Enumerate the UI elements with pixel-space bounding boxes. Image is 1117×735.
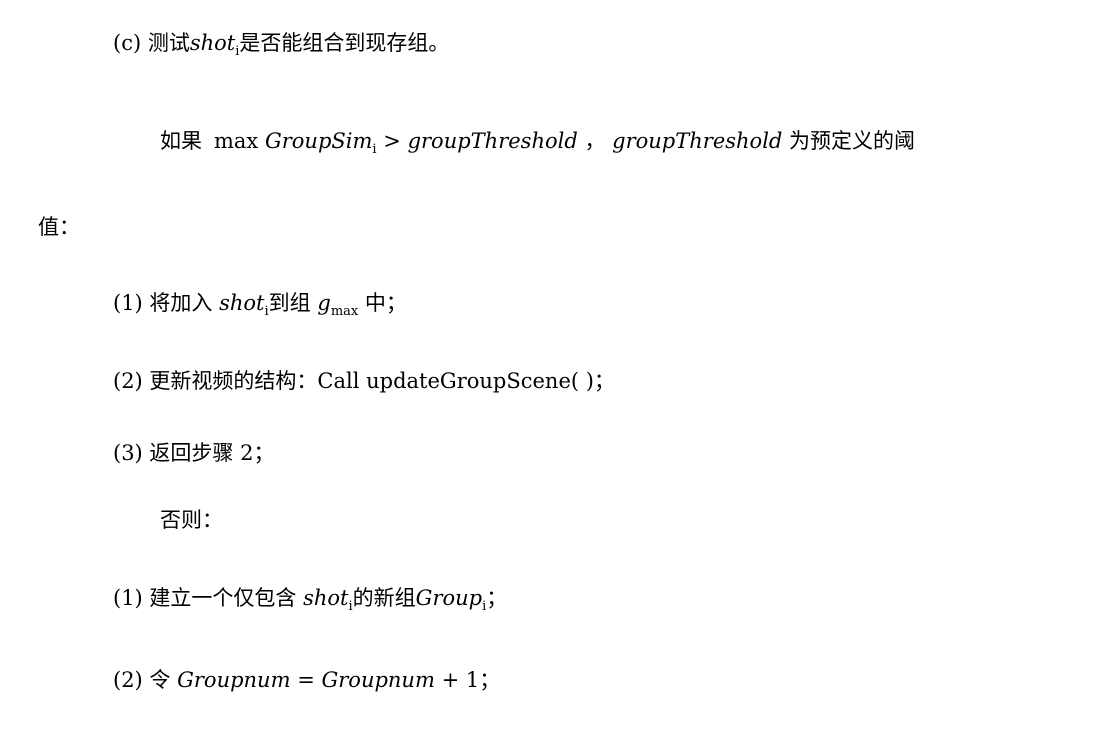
step-c-suffix: 是否能组合到现存组。 [239, 31, 450, 55]
var-groupsim: GroupSim [264, 129, 373, 153]
condition-cont-text: 值： [38, 215, 80, 239]
else-text: 否则： [160, 508, 223, 532]
else-step-1: (1) 建立一个仅包含 shoti的新组Groupi； [113, 583, 507, 622]
else-1-suffix: ； [486, 586, 508, 610]
else-1-mid: 的新组 [352, 586, 416, 610]
else-step-2: (2) 令 Groupnum = Groupnum + 1； [113, 665, 500, 695]
greater-than: > [383, 129, 401, 153]
comma: ， [584, 129, 606, 153]
step-c-prefix: (c) 测试 [113, 31, 190, 55]
condition-prefix: 如果 [160, 129, 202, 153]
equals-sign: = [297, 668, 315, 692]
var-group: Group [415, 586, 483, 610]
document-page: (c) 测试shoti是否能组合到现存组。 如果 max GroupSimi > … [0, 0, 1117, 735]
then-1-suffix: 中； [364, 291, 407, 315]
plus-one: + 1 [441, 668, 480, 692]
step-c-line: (c) 测试shoti是否能组合到现存组。 [113, 28, 449, 67]
var-groupnum: Groupnum [177, 668, 291, 692]
max-operator: max [214, 129, 259, 153]
else-heading: 否则： [160, 505, 223, 535]
subscript-i: i [372, 142, 377, 157]
else-2-prefix: (2) 令 [113, 668, 171, 692]
then-3-text: (3) 返回步骤 2； [113, 441, 275, 465]
var-shot: shot [219, 291, 265, 315]
else-2-suffix: ； [479, 668, 501, 692]
var-shot: shot [189, 31, 236, 55]
var-group-threshold-2: groupThreshold [612, 129, 783, 153]
var-shot: shot [303, 586, 349, 610]
then-step-3: (3) 返回步骤 2； [113, 438, 274, 468]
then-1-mid: 到组 [268, 291, 311, 315]
then-step-1: (1) 将加入 shoti到组 gmax 中； [113, 288, 407, 327]
var-group-threshold: groupThreshold [407, 129, 578, 153]
condition-suffix: 为预定义的阈 [789, 129, 916, 153]
condition-line: 如果 max GroupSimi > groupThreshold ， group… [160, 126, 915, 165]
var-g: g [317, 291, 331, 315]
then-step-2: (2) 更新视频的结构：Call updateGroupScene( )； [113, 366, 615, 396]
var-groupnum-2: Groupnum [321, 668, 435, 692]
subscript-max: max [330, 304, 359, 319]
then-2-text: (2) 更新视频的结构：Call updateGroupScene( )； [113, 369, 615, 393]
condition-continuation: 值： [38, 212, 80, 242]
else-1-prefix: (1) 建立一个仅包含 [113, 586, 297, 610]
then-1-prefix: (1) 将加入 [113, 291, 213, 315]
